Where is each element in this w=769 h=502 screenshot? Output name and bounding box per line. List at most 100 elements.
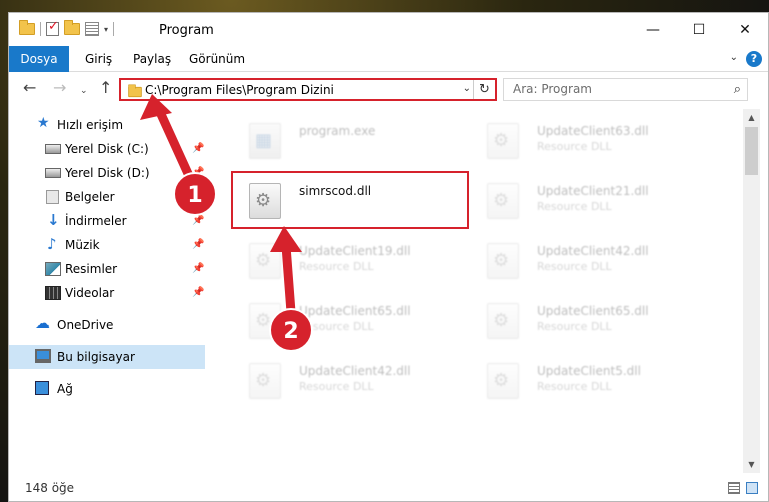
- application-icon: [249, 123, 281, 159]
- folder-icon: [128, 84, 142, 98]
- tab-share[interactable]: Paylaş: [133, 46, 171, 72]
- sidebar-item-pictures[interactable]: Resimler 📌: [9, 257, 205, 281]
- dll-gear-icon: [487, 123, 519, 159]
- file-tile[interactable]: program.exe: [229, 111, 463, 167]
- forward-arrow-icon[interactable]: →: [53, 80, 66, 96]
- music-icon: ♪: [47, 235, 57, 253]
- tab-home[interactable]: Giriş: [85, 46, 112, 72]
- file-name: UpdateClient65.dll: [537, 304, 649, 318]
- search-input[interactable]: Ara: Program ⌕: [503, 78, 748, 101]
- item-count: 148 öğe: [25, 481, 75, 495]
- search-icon[interactable]: ⌕: [734, 82, 741, 97]
- refresh-icon[interactable]: ↻: [473, 80, 495, 99]
- sidebar-item-local-disk-c[interactable]: Yerel Disk (C:) 📌: [9, 137, 205, 161]
- sidebar-item-local-disk-d[interactable]: Yerel Disk (D:) 📌: [9, 161, 205, 185]
- navigation-pane: ★ Hızlı erişim Yerel Disk (C:) 📌 Yerel D…: [9, 109, 205, 473]
- dll-gear-icon: [487, 303, 519, 339]
- file-type: Resource DLL: [537, 320, 612, 333]
- file-name: UpdateClient42.dll: [299, 364, 411, 378]
- maximize-button[interactable]: ☐: [676, 13, 722, 46]
- sidebar-item-label: Yerel Disk (D:): [65, 166, 150, 180]
- address-path[interactable]: C:\Program Files\Program Dizini: [145, 83, 334, 97]
- expand-ribbon-chevron-icon[interactable]: ⌄: [730, 52, 738, 63]
- close-button[interactable]: ✕: [722, 13, 768, 46]
- computer-icon: [35, 349, 51, 363]
- pin-icon[interactable]: 📌: [192, 287, 204, 298]
- download-icon: ↓: [47, 211, 60, 229]
- explorer-window: ▾ Program — ☐ ✕ Dosya Giriş Paylaş Görün…: [8, 12, 769, 502]
- file-tile[interactable]: UpdateClient65.dll Resource DLL: [229, 291, 463, 347]
- disk-icon: [45, 144, 61, 154]
- properties-check-icon[interactable]: [46, 19, 59, 36]
- sidebar-item-videos[interactable]: Videolar 📌: [9, 281, 205, 305]
- folder-icon: [19, 20, 35, 35]
- up-arrow-icon[interactable]: ↑: [99, 80, 112, 96]
- scrollbar-thumb[interactable]: [745, 127, 758, 175]
- file-tile[interactable]: UpdateClient42.dll Resource DLL: [229, 351, 463, 407]
- dll-gear-icon: [487, 363, 519, 399]
- new-folder-icon[interactable]: [64, 20, 80, 35]
- file-type: Resource DLL: [537, 260, 612, 273]
- sidebar-item-downloads[interactable]: ↓ İndirmeler 📌: [9, 209, 205, 233]
- file-tile[interactable]: UpdateClient21.dll Resource DLL: [467, 171, 701, 227]
- file-name: program.exe: [299, 124, 376, 138]
- toolbar-divider: [113, 22, 115, 36]
- back-arrow-icon[interactable]: ←: [23, 80, 36, 96]
- pin-icon[interactable]: 📌: [192, 263, 204, 274]
- pin-icon[interactable]: 📌: [192, 191, 204, 202]
- title-bar: ▾ Program — ☐ ✕: [9, 13, 768, 46]
- properties-icon[interactable]: [85, 22, 99, 36]
- minimize-button[interactable]: —: [630, 13, 676, 46]
- file-tile[interactable]: UpdateClient65.dll Resource DLL: [467, 291, 701, 347]
- dll-gear-icon: [249, 243, 281, 279]
- file-highlight-box: [231, 171, 469, 229]
- pin-icon[interactable]: 📌: [192, 239, 204, 250]
- file-type: Resource DLL: [537, 200, 612, 213]
- search-placeholder: Ara: Program: [513, 82, 592, 96]
- ribbon-tabs: Dosya Giriş Paylaş Görünüm ⌄ ?: [9, 46, 768, 72]
- tab-file[interactable]: Dosya: [9, 46, 69, 72]
- tiles-view-icon[interactable]: [746, 482, 758, 494]
- file-name: UpdateClient19.dll: [299, 244, 411, 258]
- sidebar-item-music[interactable]: ♪ Müzik 📌: [9, 233, 205, 257]
- pin-icon[interactable]: 📌: [192, 167, 204, 178]
- file-type: Resource DLL: [537, 140, 612, 153]
- file-tile[interactable]: UpdateClient42.dll Resource DLL: [467, 231, 701, 287]
- file-name: UpdateClient63.dll: [537, 124, 649, 138]
- help-icon[interactable]: ?: [746, 51, 762, 67]
- sidebar-item-label: Ağ: [57, 382, 73, 396]
- sidebar-item-documents[interactable]: Belgeler 📌: [9, 185, 205, 209]
- recent-locations-chevron-icon[interactable]: ⌄: [80, 83, 88, 99]
- file-tile[interactable]: UpdateClient19.dll Resource DLL: [229, 231, 463, 287]
- details-view-icon[interactable]: [728, 482, 740, 494]
- scroll-down-arrow-icon[interactable]: ▼: [743, 456, 760, 473]
- sidebar-item-label: Hızlı erişim: [57, 118, 124, 132]
- address-dropdown-chevron-icon[interactable]: ⌄: [463, 83, 471, 94]
- sidebar-item-label: Belgeler: [65, 190, 115, 204]
- file-name: UpdateClient65.dll: [299, 304, 411, 318]
- customize-toolbar-chevron-icon[interactable]: ▾: [104, 25, 108, 34]
- tab-view[interactable]: Görünüm: [189, 46, 245, 72]
- file-tile[interactable]: UpdateClient5.dll Resource DLL: [467, 351, 701, 407]
- sidebar-item-label: Bu bilgisayar: [57, 350, 135, 364]
- pictures-icon: [45, 262, 61, 276]
- sidebar-item-label: Yerel Disk (C:): [65, 142, 149, 156]
- sidebar-item-label: Resimler: [65, 262, 118, 276]
- file-type: Resource DLL: [299, 260, 374, 273]
- status-bar: 148 öğe: [9, 473, 768, 501]
- pin-icon[interactable]: 📌: [192, 215, 204, 226]
- sidebar-item-label: Videolar: [65, 286, 115, 300]
- sidebar-item-network[interactable]: Ağ: [9, 377, 205, 401]
- sidebar-item-onedrive[interactable]: ☁ OneDrive: [9, 313, 205, 337]
- file-tile[interactable]: UpdateClient63.dll Resource DLL: [467, 111, 701, 167]
- file-type: Resource DLL: [299, 320, 374, 333]
- vertical-scrollbar[interactable]: ▲ ▼: [743, 109, 760, 473]
- pin-icon[interactable]: 📌: [192, 143, 204, 154]
- scroll-up-arrow-icon[interactable]: ▲: [743, 109, 760, 126]
- file-name: UpdateClient42.dll: [537, 244, 649, 258]
- network-icon: [35, 381, 49, 395]
- sidebar-item-label: Müzik: [65, 238, 100, 252]
- sidebar-item-quick-access[interactable]: ★ Hızlı erişim: [9, 113, 205, 137]
- address-bar[interactable]: C:\Program Files\Program Dizini ⌄ ↻: [119, 78, 497, 101]
- sidebar-item-this-pc[interactable]: Bu bilgisayar: [9, 345, 205, 369]
